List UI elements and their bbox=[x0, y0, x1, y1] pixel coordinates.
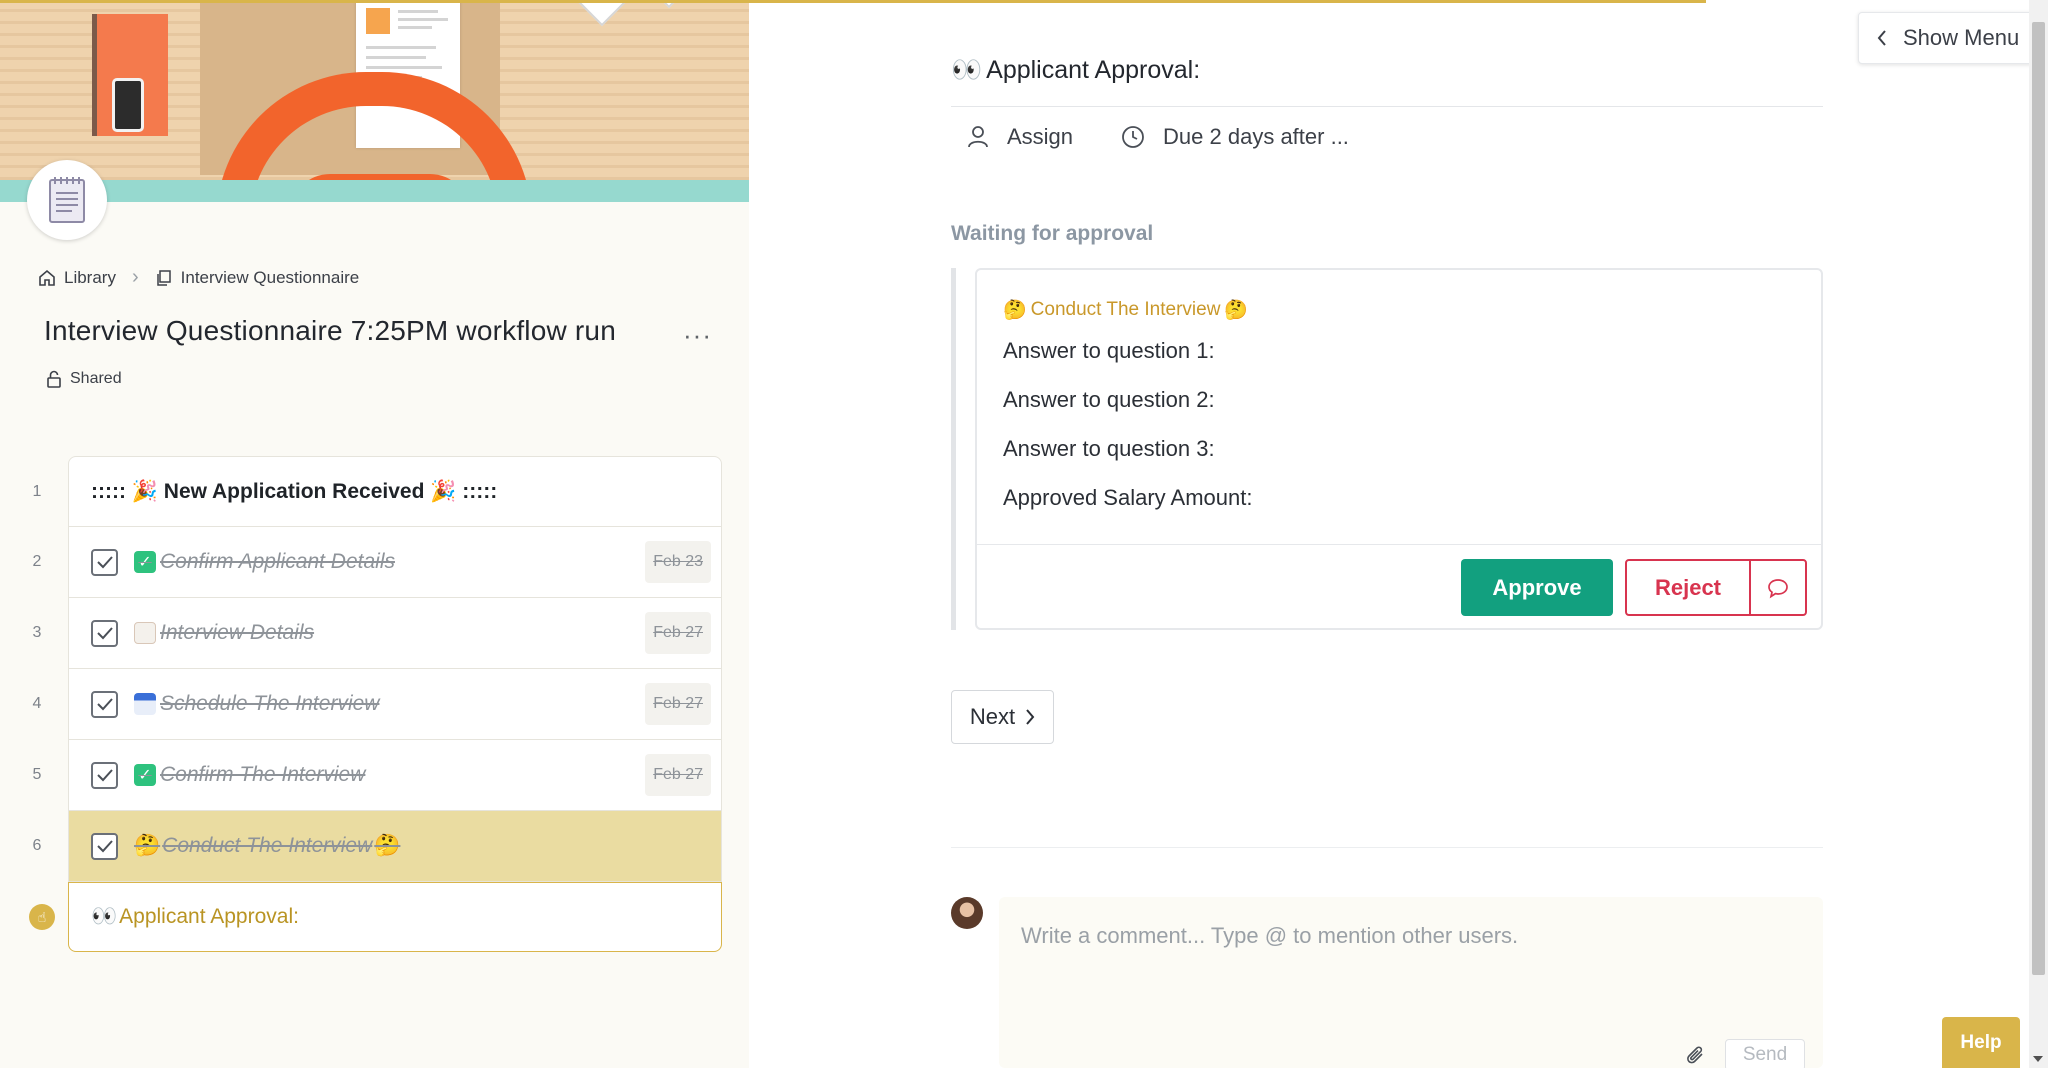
task-number: 5 bbox=[32, 766, 42, 783]
shared-label: Shared bbox=[70, 370, 122, 387]
task-meta: Assign Due 2 days after ... bbox=[967, 124, 1397, 150]
task-number: 3 bbox=[32, 624, 42, 641]
step-title: 👀 Applicant Approval: bbox=[951, 56, 1200, 85]
task-label: Schedule The Interview bbox=[160, 692, 380, 715]
send-button[interactable]: Send bbox=[1725, 1039, 1805, 1068]
next-button[interactable]: Next bbox=[951, 690, 1054, 744]
task-due-date: Feb 27 bbox=[645, 683, 711, 725]
thinking-face-emoji-icon: 🤔 bbox=[374, 834, 401, 857]
form-question: Answer to question 1: bbox=[1003, 338, 1215, 363]
reject-with-comment-button[interactable] bbox=[1749, 559, 1807, 616]
approval-indent-bar bbox=[951, 268, 956, 630]
template-document-icon bbox=[27, 160, 107, 240]
task-row[interactable]: 5 ✓ Confirm The Interview Feb 27 bbox=[33, 740, 722, 811]
show-menu-button[interactable]: Show Menu bbox=[1858, 12, 2038, 64]
home-icon bbox=[39, 269, 55, 286]
memo-emoji-icon bbox=[134, 622, 156, 644]
assign-button[interactable]: Assign bbox=[967, 124, 1073, 150]
show-menu-label: Show Menu bbox=[1903, 25, 2020, 50]
breadcrumb-template-label: Interview Questionnaire bbox=[180, 267, 360, 287]
current-step-icon: ☝ bbox=[29, 904, 55, 930]
form-heading-label: Conduct The Interview bbox=[1030, 299, 1221, 320]
task-detail-panel: 👀 Applicant Approval: Assign Due 2 days … bbox=[749, 0, 2029, 1068]
workflow-progress-bar bbox=[0, 0, 1706, 3]
task-number: 2 bbox=[32, 553, 42, 570]
task-label: Conduct The Interview bbox=[162, 834, 373, 857]
left-panel: Library › Interview Questionnaire Interv… bbox=[0, 0, 749, 1068]
green-check-emoji-icon: ✓ bbox=[134, 764, 156, 786]
help-button[interactable]: Help bbox=[1942, 1017, 2020, 1068]
comment-placeholder: Write a comment... Type @ to mention oth… bbox=[1021, 923, 1519, 948]
chevron-right-icon: › bbox=[131, 266, 139, 288]
form-question: Approved Salary Amount: bbox=[1003, 485, 1253, 510]
eyes-emoji-icon: 👀 bbox=[951, 56, 983, 84]
step-title-label: Applicant Approval: bbox=[986, 56, 1201, 84]
clock-icon bbox=[1122, 126, 1144, 148]
header-illustration bbox=[0, 0, 749, 202]
task-label: Applicant Approval: bbox=[119, 905, 299, 928]
task-label: Confirm The Interview bbox=[160, 763, 366, 786]
approve-button[interactable]: Approve bbox=[1461, 559, 1613, 616]
eyes-emoji-icon: 👀 bbox=[91, 905, 118, 928]
next-label: Next bbox=[969, 704, 1016, 729]
green-check-emoji-icon: ✓ bbox=[134, 551, 156, 573]
task-row[interactable]: 1 ::::: 🎉 New Application Received 🎉 :::… bbox=[33, 456, 722, 527]
breadcrumb-template[interactable]: Interview Questionnaire bbox=[155, 267, 360, 288]
reject-button[interactable]: Reject bbox=[1625, 559, 1751, 616]
task-label: Interview Details bbox=[160, 621, 315, 644]
task-checkbox[interactable] bbox=[91, 619, 118, 647]
chevron-right-icon bbox=[1026, 709, 1035, 725]
thinking-face-emoji-icon: 🤔 bbox=[1003, 300, 1027, 321]
task-number: 4 bbox=[32, 695, 42, 712]
scrollbar-thumb[interactable] bbox=[2032, 22, 2045, 975]
task-label: ::::: 🎉 New Application Received 🎉 ::::: bbox=[91, 479, 498, 503]
chevron-left-icon bbox=[1877, 30, 1886, 46]
task-row-highlighted[interactable]: 6 🤔 Conduct The Interview 🤔 bbox=[33, 811, 722, 882]
shared-badge[interactable]: Shared bbox=[46, 370, 122, 388]
task-list: 1 ::::: 🎉 New Application Received 🎉 :::… bbox=[29, 456, 722, 952]
task-row-current[interactable]: ☝ 👀 Applicant Approval: bbox=[29, 882, 722, 952]
breadcrumb-library-label: Library bbox=[64, 267, 116, 287]
task-number: 1 bbox=[32, 482, 42, 500]
breadcrumb: Library › Interview Questionnaire bbox=[38, 266, 359, 289]
task-row[interactable]: 4 Schedule The Interview Feb 27 bbox=[33, 669, 722, 740]
divider bbox=[977, 544, 1821, 545]
approval-status: Waiting for approval bbox=[951, 222, 1154, 245]
divider bbox=[951, 106, 1823, 107]
approval-form-card: 🤔 Conduct The Interview 🤔 Answer to ques… bbox=[975, 268, 1823, 630]
task-due-date: Feb 27 bbox=[645, 754, 711, 796]
lock-open-icon bbox=[47, 370, 61, 388]
vertical-scrollbar[interactable] bbox=[2029, 0, 2048, 1068]
user-icon bbox=[968, 126, 988, 148]
comment-input[interactable]: Write a comment... Type @ to mention oth… bbox=[999, 897, 1823, 1068]
calendar-emoji-icon bbox=[134, 693, 156, 715]
task-checkbox[interactable] bbox=[91, 832, 118, 860]
speech-bubble-icon bbox=[1768, 578, 1788, 598]
scroll-down-arrow-icon[interactable] bbox=[2033, 1056, 2043, 1062]
task-checkbox[interactable] bbox=[91, 761, 118, 789]
page-title: Interview Questionnaire 7:25PM workflow … bbox=[44, 315, 616, 346]
due-date-button[interactable]: Due 2 days after ... bbox=[1121, 124, 1349, 150]
divider bbox=[951, 847, 1823, 848]
task-row[interactable]: 2 ✓ Confirm Applicant Details Feb 23 bbox=[33, 527, 722, 598]
form-question: Answer to question 2: bbox=[1003, 387, 1215, 412]
task-number: 6 bbox=[32, 837, 42, 854]
more-options-button[interactable]: ··· bbox=[683, 320, 712, 351]
task-checkbox[interactable] bbox=[91, 690, 118, 718]
task-due-date: Feb 27 bbox=[645, 612, 711, 654]
assign-label: Assign bbox=[1007, 124, 1074, 149]
form-question: Answer to question 3: bbox=[1003, 436, 1215, 461]
paperclip-icon[interactable] bbox=[1685, 1045, 1707, 1067]
due-date-label: Due 2 days after ... bbox=[1163, 124, 1349, 149]
task-row[interactable]: 3 Interview Details Feb 27 bbox=[33, 598, 722, 669]
thinking-face-emoji-icon: 🤔 bbox=[134, 834, 161, 857]
form-heading: 🤔 Conduct The Interview 🤔 bbox=[1003, 298, 1248, 322]
avatar bbox=[951, 897, 983, 929]
task-due-date: Feb 23 bbox=[645, 541, 711, 583]
thinking-face-emoji-icon: 🤔 bbox=[1224, 300, 1249, 321]
task-label: Confirm Applicant Details bbox=[160, 550, 395, 573]
breadcrumb-library[interactable]: Library bbox=[38, 268, 116, 288]
task-checkbox[interactable] bbox=[91, 548, 118, 576]
template-copy-icon bbox=[156, 269, 171, 286]
